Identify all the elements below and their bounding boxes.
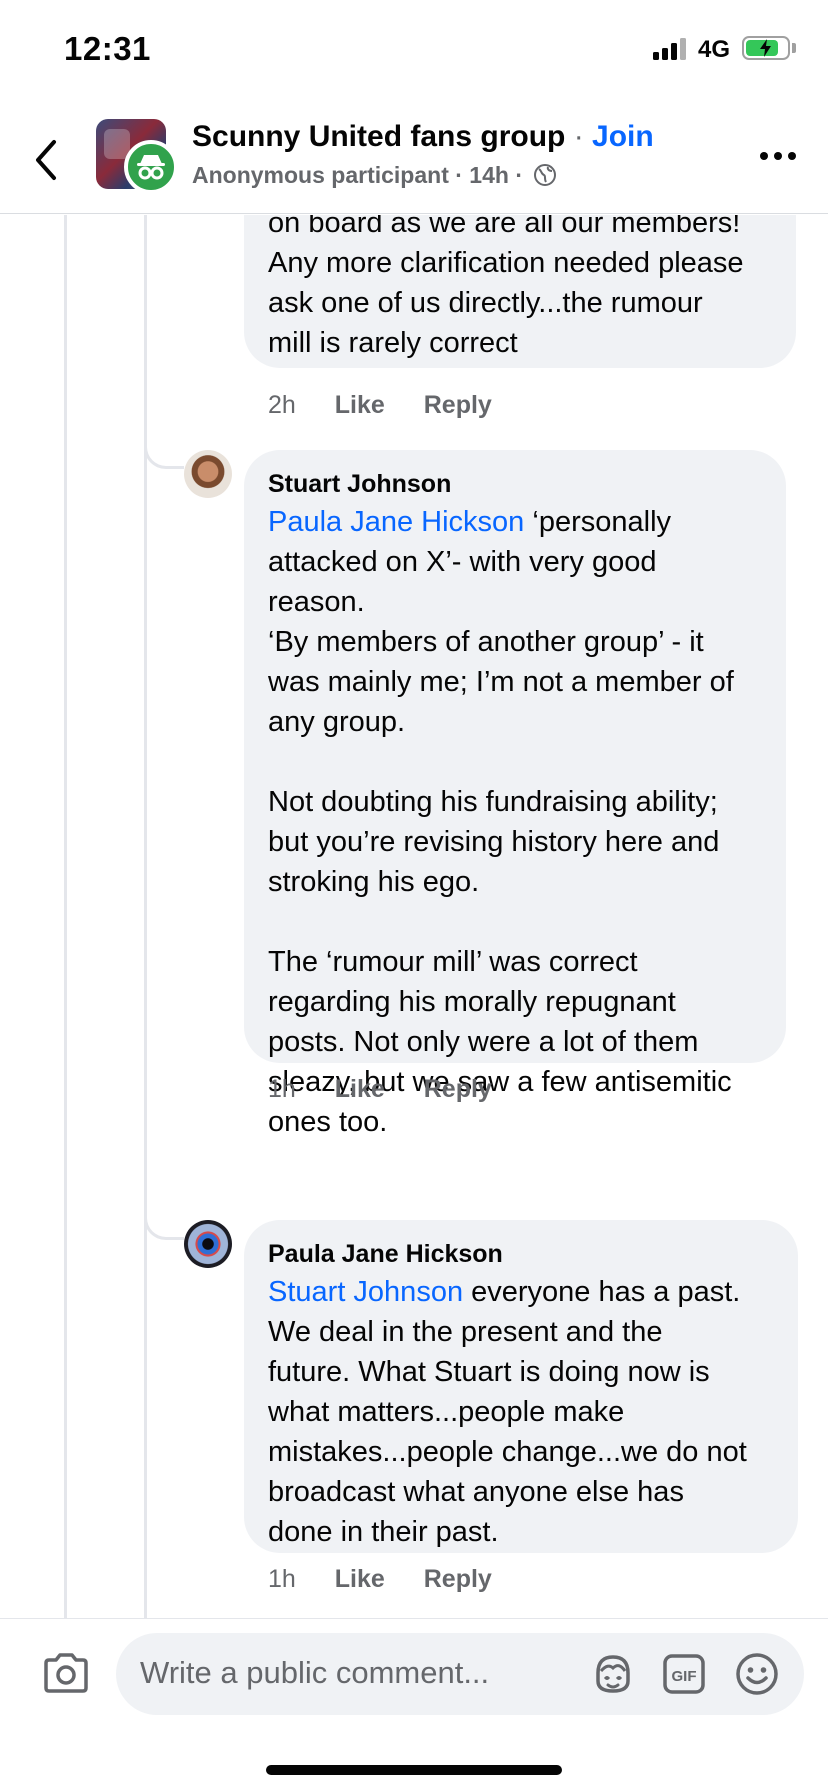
join-group-button[interactable]: Join [592,120,654,153]
comment-author[interactable]: Stuart Johnson [268,468,762,500]
thread-line-inner [144,215,147,1618]
comment-body: everyone has a past. We deal in the pres… [268,1276,747,1548]
comment-placeholder: Write a public comment... [140,1655,490,1690]
post-meta: Anonymous participant · 14h · [192,162,557,189]
comment-thread[interactable]: on board as we are all our members! Any … [0,215,828,1618]
anonymous-participant-icon [124,140,178,194]
network-type-label: 4G [698,36,731,63]
camera-button[interactable] [42,1651,90,1695]
comment-actions: 1h Like Reply [268,1565,524,1594]
like-button[interactable]: Like [335,1075,385,1103]
mention-link[interactable]: Stuart Johnson [268,1276,463,1308]
avatar-sticker-button[interactable] [590,1651,636,1697]
chevron-left-icon [36,140,56,180]
avatar-sticker-icon [596,1655,630,1693]
reply-button[interactable]: Reply [424,1565,492,1593]
gif-button[interactable]: GIF [662,1653,706,1695]
reply-button[interactable]: Reply [424,391,492,419]
battery-tip [792,43,796,53]
status-time: 12:31 [64,30,151,67]
post-meta-text: Anonymous participant · 14h · [192,162,523,188]
comment-text: Stuart Johnson everyone has a past. We d… [268,1272,774,1552]
reply-connector [144,447,184,469]
comment-time: 1h [268,1075,296,1103]
comment-time: 2h [268,391,296,419]
post-header: Scunny United fans group · Join Anonymou… [0,100,828,214]
status-bar: 12:31 4G [0,0,828,100]
like-button[interactable]: Like [335,1565,385,1593]
avatar[interactable] [184,1220,232,1268]
comment-time: 1h [268,1565,296,1593]
cellular-signal-icon [653,38,687,60]
gif-label: GIF [672,1668,697,1685]
comment-bubble[interactable]: Paula Jane Hickson Stuart Johnson everyo… [244,1220,798,1553]
comment-actions: 1h Like Reply [268,1075,524,1104]
comment-text: on board as we are all our members! Any … [268,215,744,359]
gif-icon: GIF [663,1654,705,1694]
emoji-icon [736,1653,778,1695]
avatar[interactable] [184,450,232,498]
reply-connector [144,1218,184,1240]
thread-line-outer [64,215,67,1618]
comment-bubble[interactable]: Stuart Johnson Paula Jane Hickson ‘perso… [244,450,786,1138]
comment-bubble[interactable]: on board as we are all our members! Any … [244,215,796,368]
like-button[interactable]: Like [335,391,385,419]
group-title: Scunny United fans group · Join [192,120,654,154]
comment-input[interactable]: Write a public comment... GIF [116,1633,804,1715]
home-indicator[interactable] [266,1765,562,1775]
group-name-link[interactable]: Scunny United fans group [192,120,565,153]
charging-bolt-icon [760,39,771,57]
comment-author[interactable]: Paula Jane Hickson [268,1238,774,1270]
camera-icon [44,1653,88,1693]
public-globe-icon [534,164,557,186]
comment-body: ‘personally attacked on X’- with very go… [268,506,734,1138]
mention-link[interactable]: Paula Jane Hickson [268,506,524,538]
comment-composer: Write a public comment... GIF [0,1618,828,1792]
back-button[interactable] [30,136,64,184]
reply-button[interactable]: Reply [424,1075,492,1103]
more-options-button[interactable] [760,150,800,162]
battery-icon [742,36,790,60]
emoji-button[interactable] [734,1651,780,1697]
title-separator: · [573,120,584,153]
comment-text: Paula Jane Hickson ‘personally attacked … [268,502,762,1142]
comment-actions: 2h Like Reply [268,391,524,420]
